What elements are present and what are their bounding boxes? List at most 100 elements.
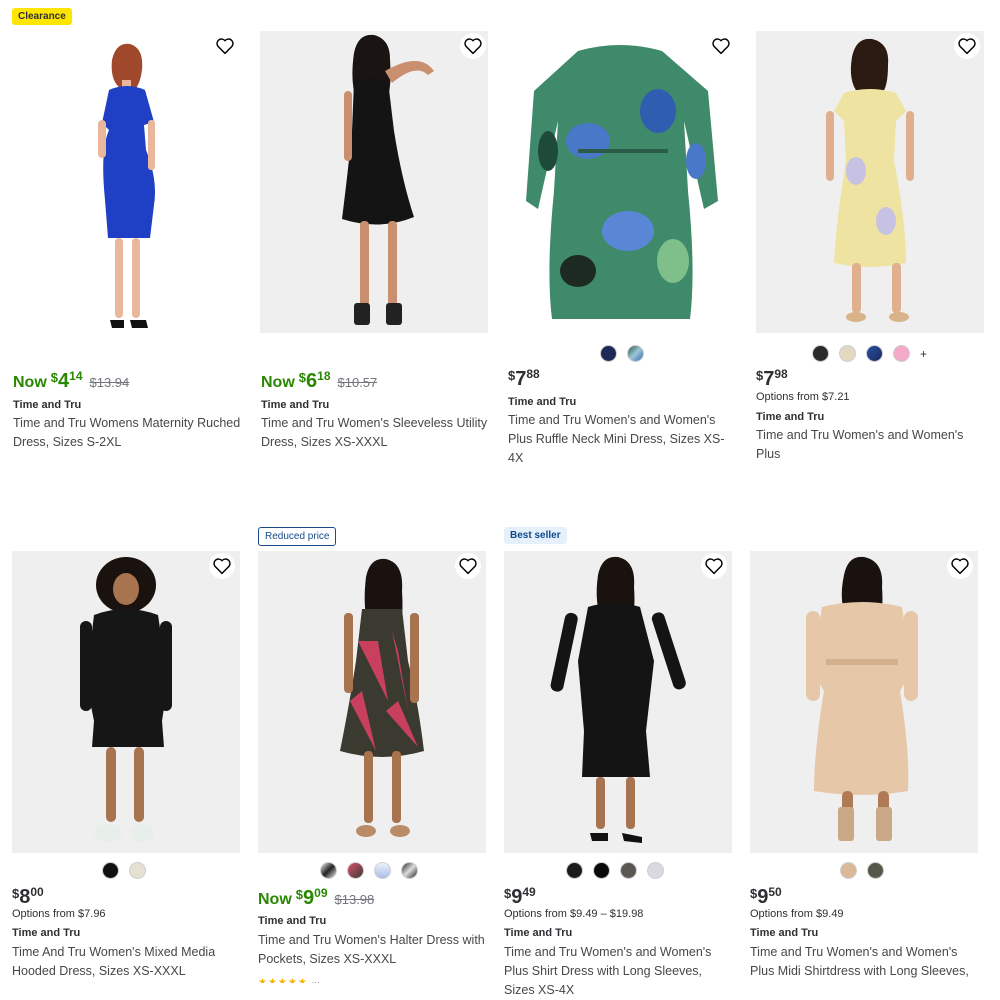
favorite-button[interactable] <box>209 553 235 579</box>
price-cents: 50 <box>768 885 782 899</box>
clearance-badge: Clearance <box>12 8 72 25</box>
favorite-button[interactable] <box>212 33 238 59</box>
price-options: Options from $9.49 <box>750 908 844 920</box>
product-image[interactable] <box>504 551 732 853</box>
product-title[interactable]: Time and Tru Women's and Women's Plus Ru… <box>508 411 736 468</box>
product-image[interactable] <box>508 31 736 333</box>
color-swatch[interactable] <box>600 345 617 362</box>
favorite-button[interactable] <box>947 553 973 579</box>
dress-figure <box>98 43 155 328</box>
currency-symbol: $ <box>298 370 307 385</box>
price: $ 9 50 <box>750 885 782 909</box>
product-card[interactable]: $ 7 88 Time and Tru Time and Tru Women's… <box>508 0 736 465</box>
product-image[interactable] <box>756 31 984 333</box>
color-swatch[interactable] <box>867 862 884 879</box>
color-swatch[interactable] <box>627 345 644 362</box>
color-swatch[interactable] <box>839 345 856 362</box>
color-swatch[interactable] <box>102 862 119 879</box>
currency-symbol: $ <box>504 886 512 901</box>
price-dollars: 7 <box>763 368 775 390</box>
product-title[interactable]: Time and Tru Women's Halter Dress with P… <box>258 931 486 969</box>
color-swatch[interactable] <box>129 862 146 879</box>
color-swatches <box>840 862 884 879</box>
price: Now $ 4 14 $13.94 <box>13 369 130 393</box>
color-swatch[interactable] <box>374 862 391 879</box>
price-cents: 14 <box>69 369 83 383</box>
heart-outline-icon <box>464 38 482 55</box>
color-swatch[interactable] <box>566 862 583 879</box>
dress-figure <box>550 556 686 843</box>
heart-outline-icon <box>216 38 234 55</box>
favorite-button[interactable] <box>708 33 734 59</box>
color-swatches <box>320 862 418 879</box>
best-seller-badge: Best seller <box>504 527 567 544</box>
product-title[interactable]: Time and Tru Women's and Women's Plus Mi… <box>750 943 978 981</box>
favorite-button[interactable] <box>954 33 980 59</box>
was-price: $13.94 <box>89 375 130 390</box>
more-colors[interactable]: + <box>920 347 927 361</box>
price-options: Options from $9.49 – $19.98 <box>504 908 644 920</box>
product-image[interactable] <box>12 30 240 332</box>
brand-name: Time and Tru <box>261 399 330 411</box>
favorite-button[interactable] <box>701 553 727 579</box>
now-label: Now <box>13 374 47 391</box>
product-title[interactable]: Time and Tru Women's and Women's Plus <box>756 426 984 464</box>
dress-figure <box>806 556 918 841</box>
rating-stars: ★★★★★ ··· <box>258 977 320 983</box>
product-title[interactable]: Time and Tru Women's Sleeveless Utility … <box>261 414 489 452</box>
favorite-button[interactable] <box>455 553 481 579</box>
currency-symbol: $ <box>756 368 764 383</box>
product-card[interactable]: Reduced price Now $ 9 09 $13.98 Time and… <box>258 520 486 990</box>
product-card[interactable]: Clearance Now $ 4 14 $13.94 Time and Tru… <box>12 0 240 460</box>
price: $ 9 49 <box>504 885 536 909</box>
color-swatch[interactable] <box>593 862 610 879</box>
review-count-truncated: ··· <box>311 978 320 983</box>
price: $ 7 98 <box>756 367 788 391</box>
currency-symbol: $ <box>12 886 20 901</box>
price-dollars: 4 <box>58 370 70 392</box>
product-image[interactable] <box>750 551 978 853</box>
product-image[interactable] <box>12 551 240 853</box>
brand-name: Time and Tru <box>12 927 81 939</box>
color-swatch[interactable] <box>320 862 337 879</box>
brand-name: Time and Tru <box>13 399 82 411</box>
now-label: Now <box>258 891 292 908</box>
brand-name: Time and Tru <box>258 915 327 927</box>
currency-symbol: $ <box>295 887 304 902</box>
currency-symbol: $ <box>750 886 758 901</box>
price: Now $ 6 18 $10.57 <box>261 369 378 393</box>
product-title[interactable]: Time and Tru Womens Maternity Ruched Dre… <box>13 414 241 452</box>
was-price: $10.57 <box>337 375 378 390</box>
product-image[interactable] <box>258 551 486 853</box>
currency-symbol: $ <box>50 370 59 385</box>
color-swatch[interactable] <box>620 862 637 879</box>
price-options: Options from $7.21 <box>756 391 850 403</box>
currency-symbol: $ <box>508 368 516 383</box>
color-swatches <box>566 862 664 879</box>
dress-figure <box>340 558 424 837</box>
price-cents: 49 <box>522 885 536 899</box>
color-swatch[interactable] <box>347 862 364 879</box>
product-card[interactable]: Now $ 6 18 $10.57 Time and Tru Time and … <box>260 0 488 460</box>
product-card[interactable]: + $ 7 98 Options from $7.21 Time and Tru… <box>756 0 984 461</box>
product-card[interactable]: $ 8 00 Options from $7.96 Time and Tru T… <box>12 520 240 990</box>
product-title[interactable]: Time And Tru Women's Mixed Media Hooded … <box>12 943 240 981</box>
color-swatch[interactable] <box>893 345 910 362</box>
heart-outline-icon <box>712 38 730 55</box>
favorite-button[interactable] <box>460 33 486 59</box>
product-card[interactable]: Best seller $ 9 49 Options from $9.49 – … <box>504 520 732 997</box>
product-image[interactable] <box>260 31 488 333</box>
color-swatches <box>600 345 644 362</box>
price-cents: 09 <box>314 886 328 900</box>
color-swatch[interactable] <box>647 862 664 879</box>
price: $ 8 00 <box>12 885 44 909</box>
color-swatch[interactable] <box>812 345 829 362</box>
color-swatch[interactable] <box>866 345 883 362</box>
color-swatch[interactable] <box>401 862 418 879</box>
product-card[interactable]: $ 9 50 Options from $9.49 Time and Tru T… <box>750 520 978 990</box>
product-title[interactable]: Time and Tru Women's and Women's Plus Sh… <box>504 943 732 1000</box>
color-swatch[interactable] <box>840 862 857 879</box>
heart-outline-icon <box>213 558 231 575</box>
brand-name: Time and Tru <box>750 927 819 939</box>
heart-outline-icon <box>705 558 723 575</box>
